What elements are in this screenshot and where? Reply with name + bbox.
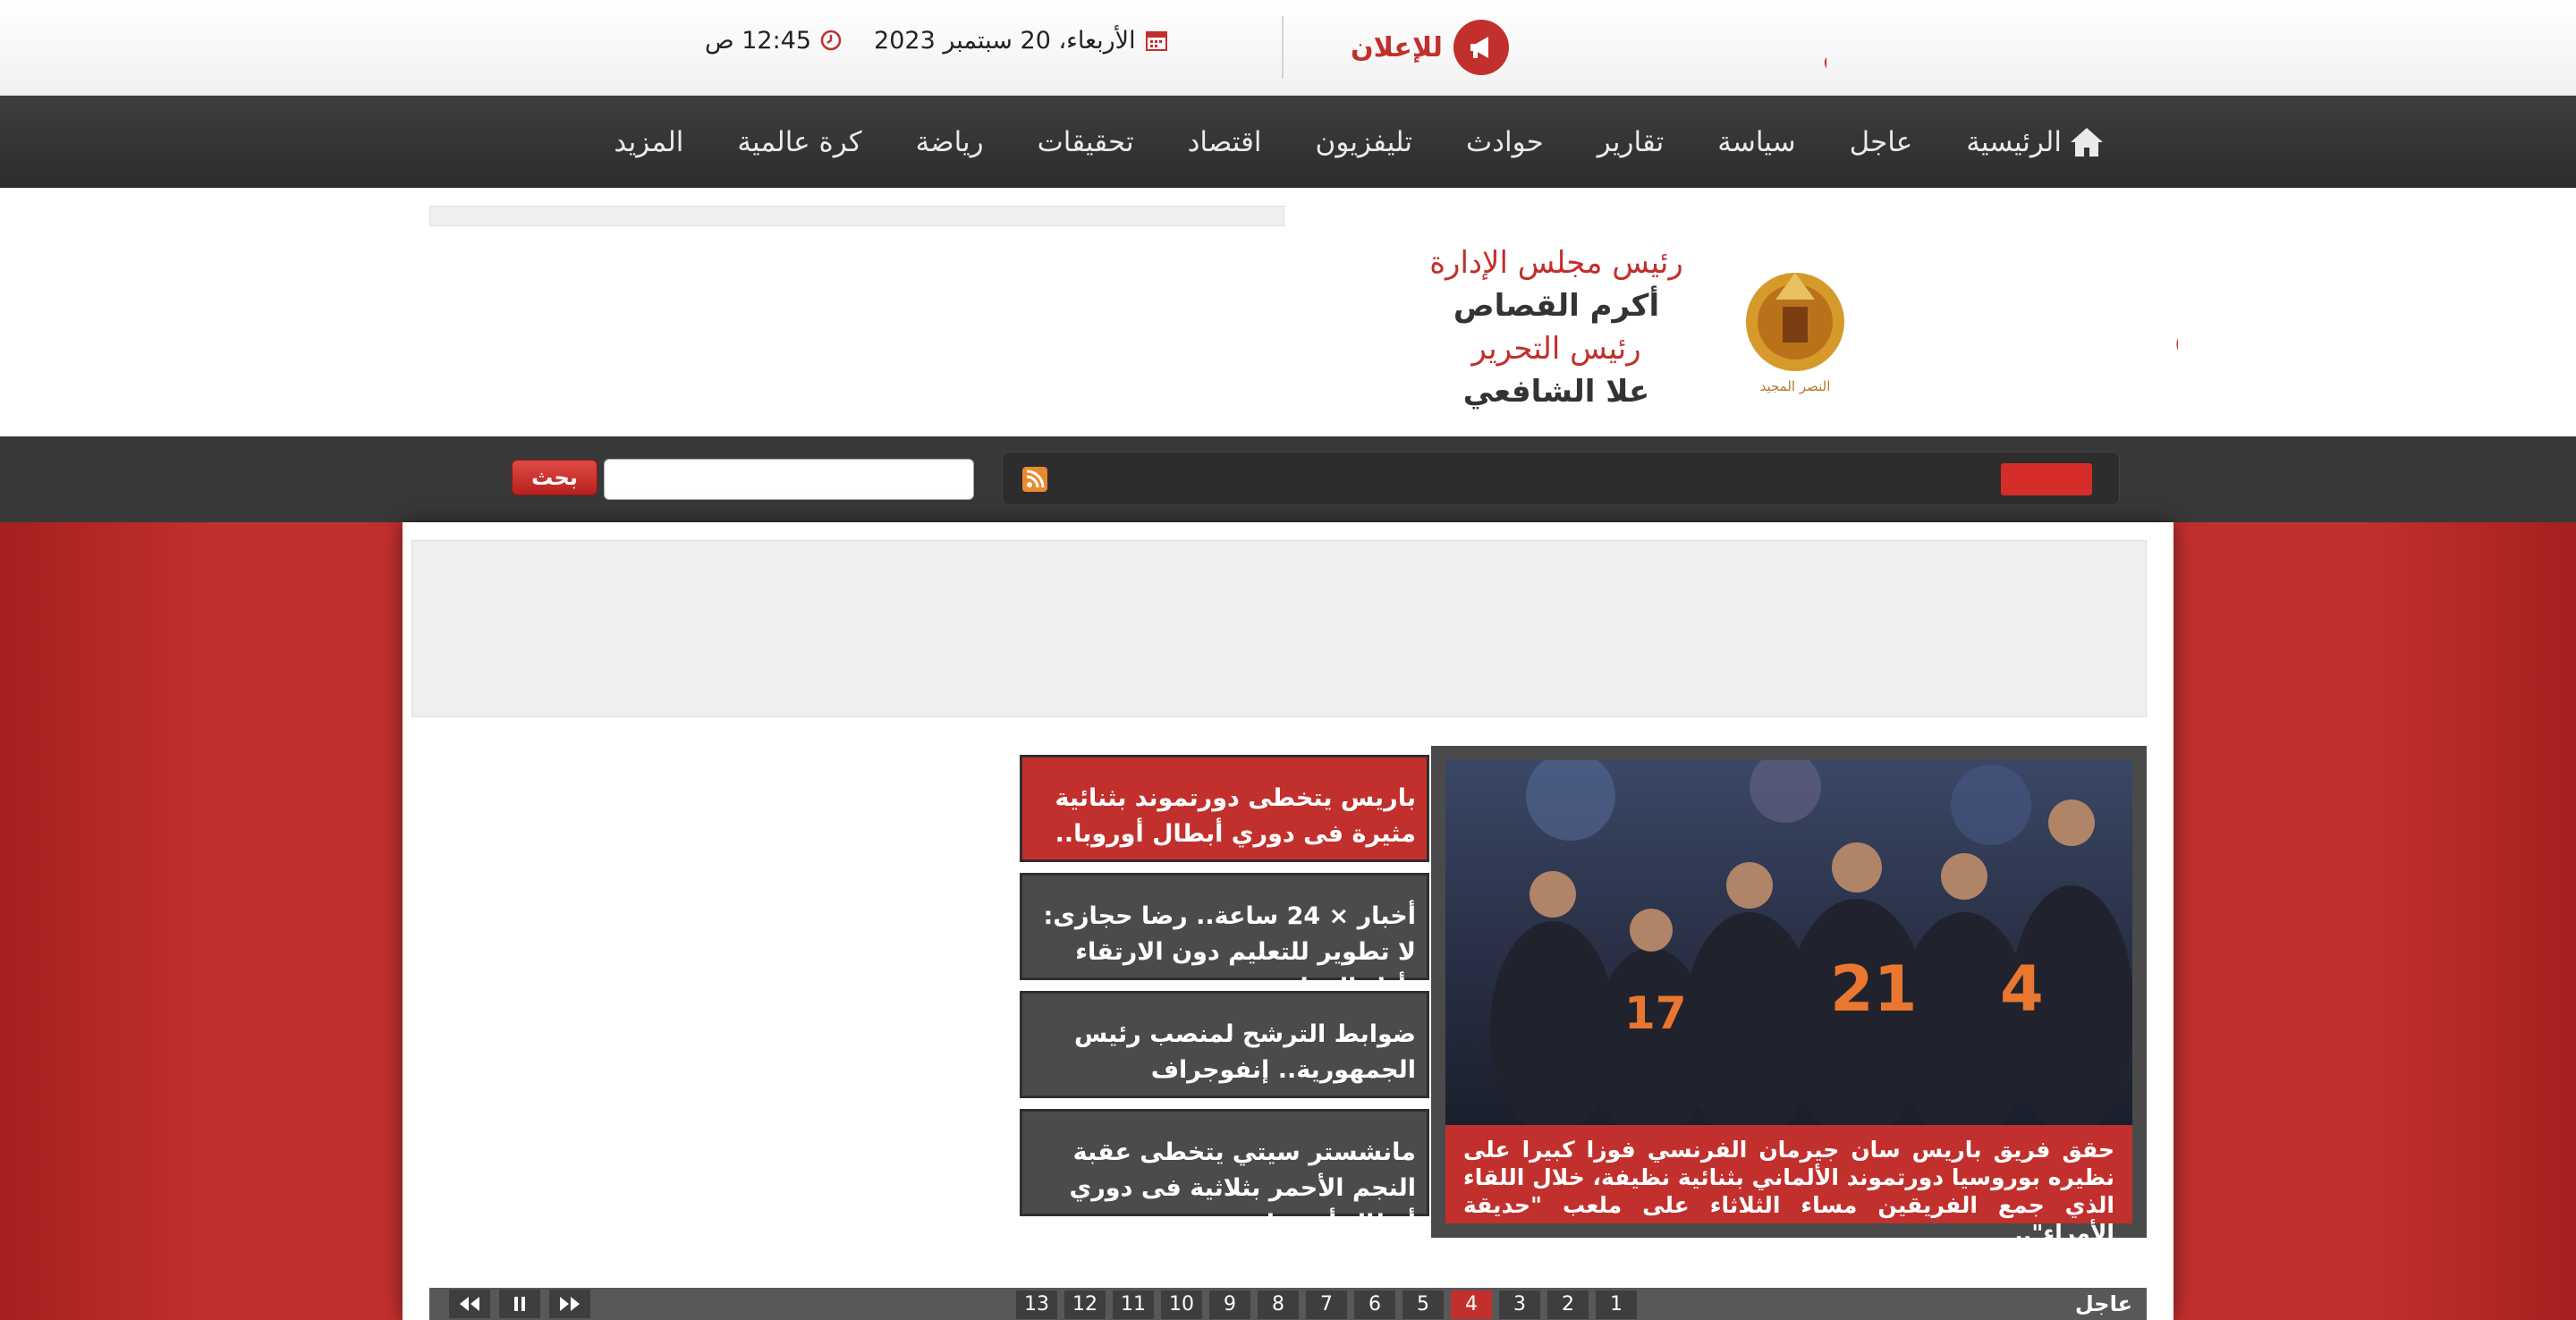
main-nav: الرئيسية عاجل سياسة تقارير حوادث تليفزيو… xyxy=(0,96,2576,188)
nav-item-sports[interactable]: رياضة xyxy=(916,126,984,158)
date-text: الأربعاء، 20 سبتمبر 2023 xyxy=(874,26,1136,55)
editor-name: علا الشافعي xyxy=(1462,374,1650,410)
nav-item-breaking[interactable]: عاجل xyxy=(1850,126,1913,158)
ad-banner xyxy=(411,540,2147,717)
nav-item-tv[interactable]: تليفزيون xyxy=(1316,126,1412,158)
masthead: رئيس مجلس الإدارة أكرم القصاص رئيس التحر… xyxy=(0,188,2576,436)
calendar-icon xyxy=(1145,31,1167,51)
ticker-label xyxy=(2001,463,2092,495)
slider-controls xyxy=(449,1290,590,1318)
news-ticker xyxy=(1002,452,2120,505)
page-button[interactable]: 7 xyxy=(1306,1290,1347,1319)
nav-item-reports[interactable]: تقارير xyxy=(1597,126,1664,158)
page-button[interactable]: 10 xyxy=(1161,1290,1202,1319)
time: 12:45 ص xyxy=(705,27,842,55)
nav-item-more[interactable]: المزيد xyxy=(614,126,683,158)
page-button-current[interactable]: 4 xyxy=(1451,1290,1492,1319)
featured-caption[interactable]: حقق فريق باريس سان جيرمان الفرنسي فوزا ك… xyxy=(1445,1125,2132,1246)
pause-icon[interactable] xyxy=(499,1290,540,1318)
svg-text:اليوم السابع: اليوم السابع xyxy=(2173,281,2178,361)
svg-text:21: 21 xyxy=(1830,952,1917,1026)
featured-story[interactable]: 17 21 4 حقق فريق باريس سان جيرمان الفرنس… xyxy=(1431,746,2147,1246)
page-numbers: 1 2 3 4 5 6 7 8 9 10 11 12 13 xyxy=(1016,1290,1637,1319)
rewind-icon[interactable] xyxy=(449,1290,490,1318)
side-list-item[interactable]: مانشستر سيتي يتخطى عقبة النجم الأحمر بثل… xyxy=(1020,1109,1429,1238)
nav-item-world-football[interactable]: كرة عالمية xyxy=(737,126,861,158)
svg-text:اليوم السابع: اليوم السابع xyxy=(1822,21,1826,74)
top-bar: اليوم السابع للإعلان الأربعاء، 20 سبتمبر… xyxy=(0,0,2576,96)
search-input[interactable] xyxy=(604,459,974,500)
time-text: 12:45 ص xyxy=(705,26,812,55)
advertise-link[interactable]: للإعلان xyxy=(1351,20,1509,75)
side-list-item[interactable]: أخبار × 24 ساعة.. رضا حجازى: لا تطوير لل… xyxy=(1020,873,1429,1002)
date-time: الأربعاء، 20 سبتمبر 2023 12:45 ص xyxy=(705,20,1168,61)
page-button[interactable]: 9 xyxy=(1209,1290,1250,1319)
site-logo[interactable]: النصر المجيد اليوم السابع xyxy=(1740,237,2178,402)
page-button[interactable]: 3 xyxy=(1499,1290,1540,1319)
editorial-board: رئيس مجلس الإدارة أكرم القصاص رئيس التحر… xyxy=(1413,241,1699,413)
nav-item-investigations[interactable]: تحقيقات xyxy=(1038,126,1134,158)
page-button[interactable]: 11 xyxy=(1113,1290,1154,1319)
nav-item-label: الرئيسية xyxy=(1966,125,2062,158)
page-button[interactable]: 8 xyxy=(1258,1290,1299,1319)
divider xyxy=(1282,16,1284,79)
site-logo-small[interactable]: اليوم السابع xyxy=(1603,16,1826,79)
page-button[interactable]: 1 xyxy=(1596,1290,1637,1319)
clock-icon xyxy=(820,30,842,51)
nav-item-economy[interactable]: اقتصاد xyxy=(1188,126,1262,158)
ad-banner-top xyxy=(429,206,1284,226)
emblem-icon: النصر المجيد xyxy=(1746,273,1844,394)
svg-text:17: 17 xyxy=(1624,987,1687,1039)
page-button[interactable]: 13 xyxy=(1016,1290,1057,1319)
fast-forward-icon[interactable] xyxy=(549,1290,590,1318)
editor-title: رئيس التحرير xyxy=(1471,331,1641,367)
nav-item-politics[interactable]: سياسة xyxy=(1717,126,1795,158)
home-icon xyxy=(2071,127,2103,157)
rss-icon[interactable] xyxy=(1022,467,1047,492)
nav-item-accidents[interactable]: حوادث xyxy=(1466,126,1544,158)
content-area: 17 21 4 حقق فريق باريس سان جيرمان الفرنس… xyxy=(402,522,2174,1320)
chairman-name: أكرم القصاص xyxy=(1453,288,1660,324)
pager-label: عاجل xyxy=(2074,1291,2132,1316)
megaphone-icon xyxy=(1453,20,1509,75)
page-button[interactable]: 5 xyxy=(1402,1290,1444,1319)
page-button[interactable]: 12 xyxy=(1064,1290,1106,1319)
slider-pager: عاجل 1 2 3 4 5 6 7 8 9 10 11 12 13 xyxy=(429,1288,2147,1320)
nav-item-home[interactable]: الرئيسية xyxy=(1966,126,2105,158)
search-bar: بحث xyxy=(0,436,2576,522)
side-list-item[interactable]: ضوابط الترشح لمنصب رئيس الجمهورية.. إنفو… xyxy=(1020,991,1429,1098)
page-button[interactable]: 2 xyxy=(1547,1290,1589,1319)
search-button[interactable]: بحث xyxy=(512,460,597,495)
side-list-item[interactable]: باريس يتخطى دورتموند بثنائية مثيرة فى دو… xyxy=(1020,755,1429,884)
svg-text:4: 4 xyxy=(2000,952,2044,1026)
svg-text:النصر المجيد: النصر المجيد xyxy=(1760,378,1831,394)
featured-image[interactable]: 17 21 4 xyxy=(1445,760,2132,1125)
chairman-title: رئيس مجلس الإدارة xyxy=(1429,245,1683,281)
advertise-label: للإعلان xyxy=(1351,31,1443,63)
page-button[interactable]: 6 xyxy=(1354,1290,1395,1319)
